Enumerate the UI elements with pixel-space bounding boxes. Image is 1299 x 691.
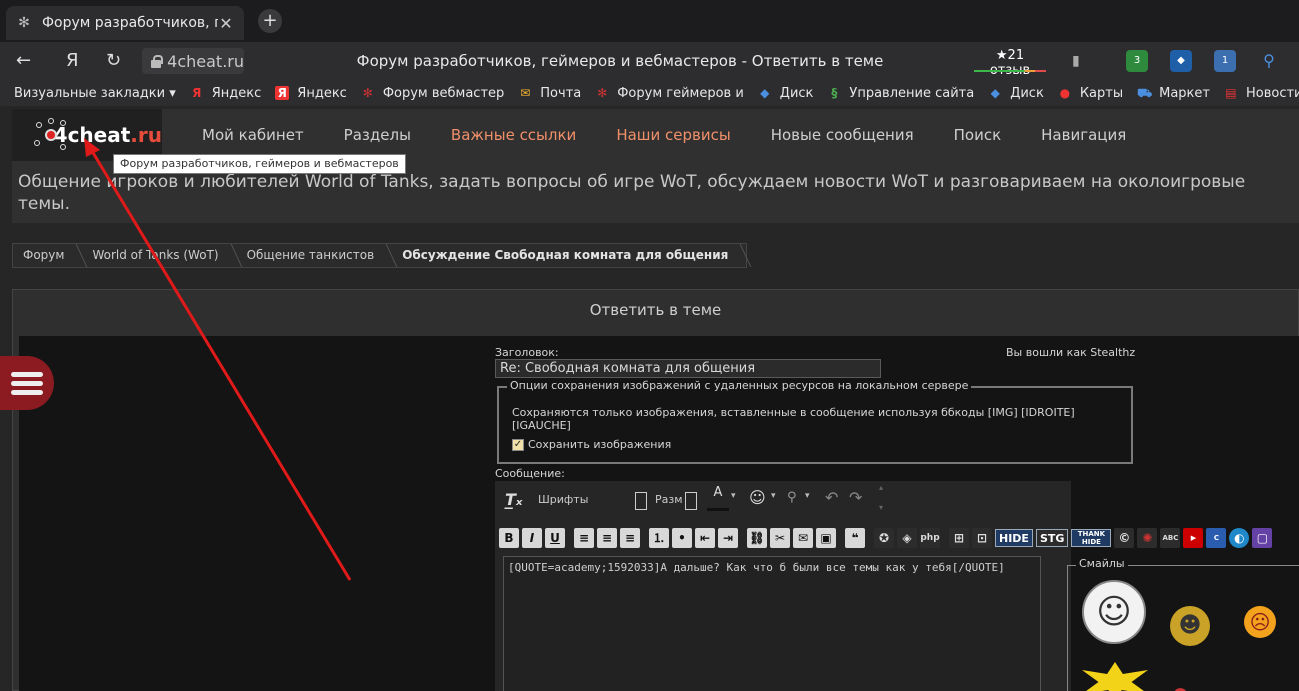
annotation-arrow-head [84, 138, 100, 157]
screen: ✻ Форум разработчиков, гейм ✕ + ← Я ↻ 4c… [0, 0, 1299, 691]
annotation-arrow [84, 138, 352, 581]
annotation-arrow-line [90, 150, 352, 581]
